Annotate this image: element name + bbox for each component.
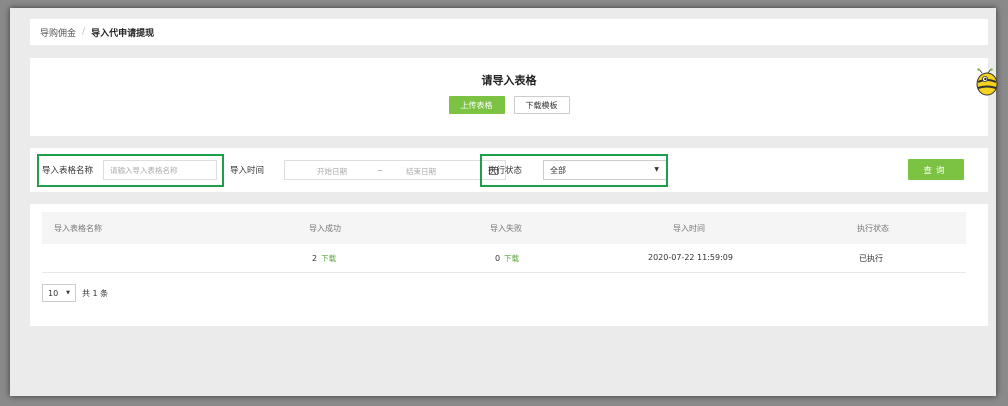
breadcrumb: 导购佣金 / 导入代申请提现	[30, 19, 988, 45]
header-import-fail: 导入失败	[490, 224, 522, 233]
cell-import-fail: 0 下载	[495, 253, 519, 264]
fail-download-link[interactable]: 下载	[504, 254, 519, 263]
page-size-select[interactable]: 10 ▼	[42, 284, 76, 302]
pagination: 10 ▼ 共 1 条	[42, 284, 108, 302]
name-filter-highlight	[37, 154, 224, 187]
page-size-value: 10	[48, 288, 59, 298]
cell-import-time: 2020-07-22 11:59:09	[648, 253, 733, 262]
filter-card: 导入表格名称 请输入导入表格名称 导入时间 开始日期 ~ 结束日期 执行状态 全…	[30, 148, 988, 192]
table-card: 导入表格名称 导入成功 导入失败 导入时间 执行状态 2 下载 0 下载 2020-…	[30, 204, 988, 326]
import-title: 请导入表格	[481, 74, 537, 87]
app-frame: 导购佣金 / 导入代申请提现 请导入表格 上传表格 下载模板 导入表格名称 请输…	[10, 8, 998, 396]
import-card: 请导入表格 上传表格 下载模板	[30, 58, 988, 136]
fail-count: 0	[495, 254, 501, 263]
date-range-picker[interactable]: 开始日期 ~ 结束日期	[284, 160, 506, 180]
upload-table-button[interactable]: 上传表格	[448, 96, 505, 114]
bee-mascot-icon[interactable]	[972, 68, 998, 96]
breadcrumb-separator: /	[82, 27, 86, 37]
cell-import-success: 2 下载	[312, 253, 336, 264]
download-template-button[interactable]: 下载模板	[513, 96, 570, 114]
chevron-down-icon: ▼	[66, 290, 70, 296]
table-header: 导入表格名称 导入成功 导入失败 导入时间 执行状态	[42, 212, 966, 244]
breadcrumb-current: 导入代申请提现	[91, 28, 155, 39]
cell-execution-status: 已执行	[859, 254, 883, 263]
header-table-name: 导入表格名称	[54, 224, 102, 233]
table-row: 2 下载 0 下载 2020-07-22 11:59:09 已执行	[42, 244, 966, 273]
header-import-success: 导入成功	[309, 224, 341, 233]
start-date-input[interactable]: 开始日期	[317, 166, 347, 177]
success-count: 2	[312, 254, 318, 263]
date-range-separator: ~	[377, 166, 384, 175]
success-download-link[interactable]: 下载	[321, 254, 336, 263]
query-button[interactable]: 查询	[908, 159, 964, 180]
header-execution-status: 执行状态	[857, 224, 889, 233]
total-count: 共 1 条	[82, 288, 109, 298]
end-date-input[interactable]: 结束日期	[406, 166, 436, 177]
header-import-time: 导入时间	[673, 224, 705, 233]
import-time-label: 导入时间	[230, 166, 265, 176]
status-filter-highlight	[480, 154, 668, 187]
breadcrumb-parent[interactable]: 导购佣金	[40, 26, 76, 39]
